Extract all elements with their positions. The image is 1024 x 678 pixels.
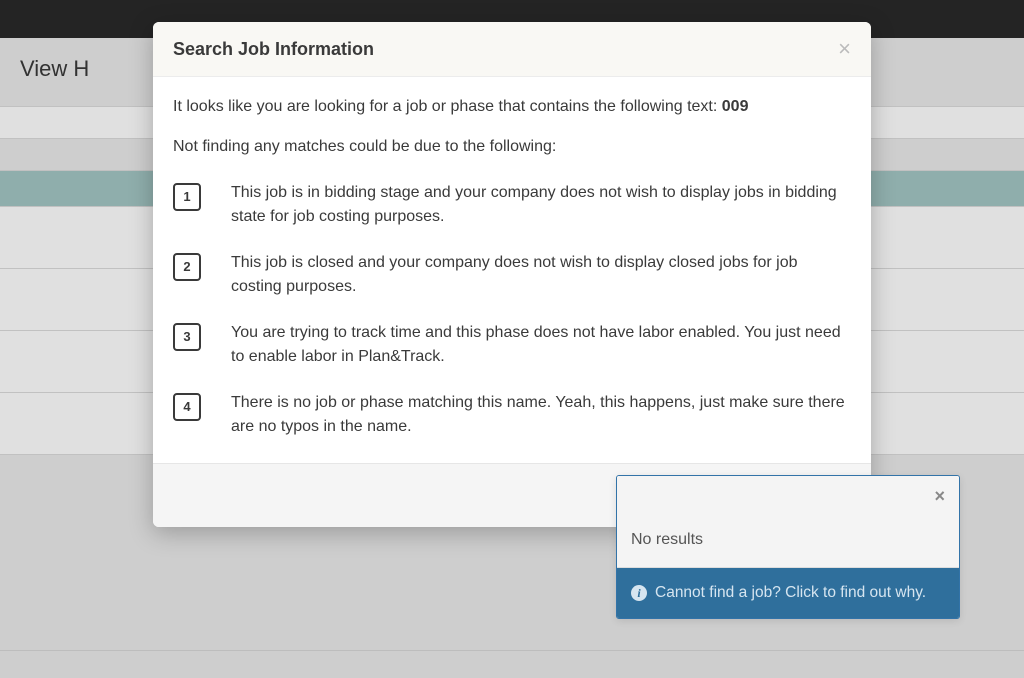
reason-number-box: 2: [173, 253, 201, 281]
modal-header: Search Job Information ×: [153, 22, 871, 77]
dropdown-header: ×: [617, 476, 959, 517]
reason-text: This job is in bidding stage and your co…: [231, 181, 851, 229]
modal-subintro: Not finding any matches could be due to …: [173, 135, 851, 159]
reason-item: 4 There is no job or phase matching this…: [173, 391, 851, 439]
modal-body: It looks like you are looking for a job …: [153, 77, 871, 463]
close-icon[interactable]: ×: [934, 486, 945, 507]
job-search-dropdown: × No results i Cannot find a job? Click …: [616, 475, 960, 619]
reason-text: This job is closed and your company does…: [231, 251, 851, 299]
info-icon: i: [631, 585, 647, 601]
reason-number-box: 1: [173, 183, 201, 211]
modal-intro-text: It looks like you are looking for a job …: [173, 98, 722, 115]
modal-intro: It looks like you are looking for a job …: [173, 95, 851, 119]
reason-item: 3 You are trying to track time and this …: [173, 321, 851, 369]
reason-number-box: 4: [173, 393, 201, 421]
no-results-text: No results: [617, 517, 959, 568]
reason-text: You are trying to track time and this ph…: [231, 321, 851, 369]
reason-item: 2 This job is closed and your company do…: [173, 251, 851, 299]
helper-text: Cannot find a job? Click to find out why…: [655, 584, 926, 602]
reason-number-box: 3: [173, 323, 201, 351]
close-icon[interactable]: ×: [838, 38, 851, 60]
search-job-info-modal: Search Job Information × It looks like y…: [153, 22, 871, 527]
reason-text: There is no job or phase matching this n…: [231, 391, 851, 439]
cannot-find-job-link[interactable]: i Cannot find a job? Click to find out w…: [617, 568, 959, 618]
search-term: 009: [722, 98, 749, 115]
reason-list: 1 This job is in bidding stage and your …: [173, 181, 851, 439]
reason-item: 1 This job is in bidding stage and your …: [173, 181, 851, 229]
modal-title: Search Job Information: [173, 39, 374, 60]
